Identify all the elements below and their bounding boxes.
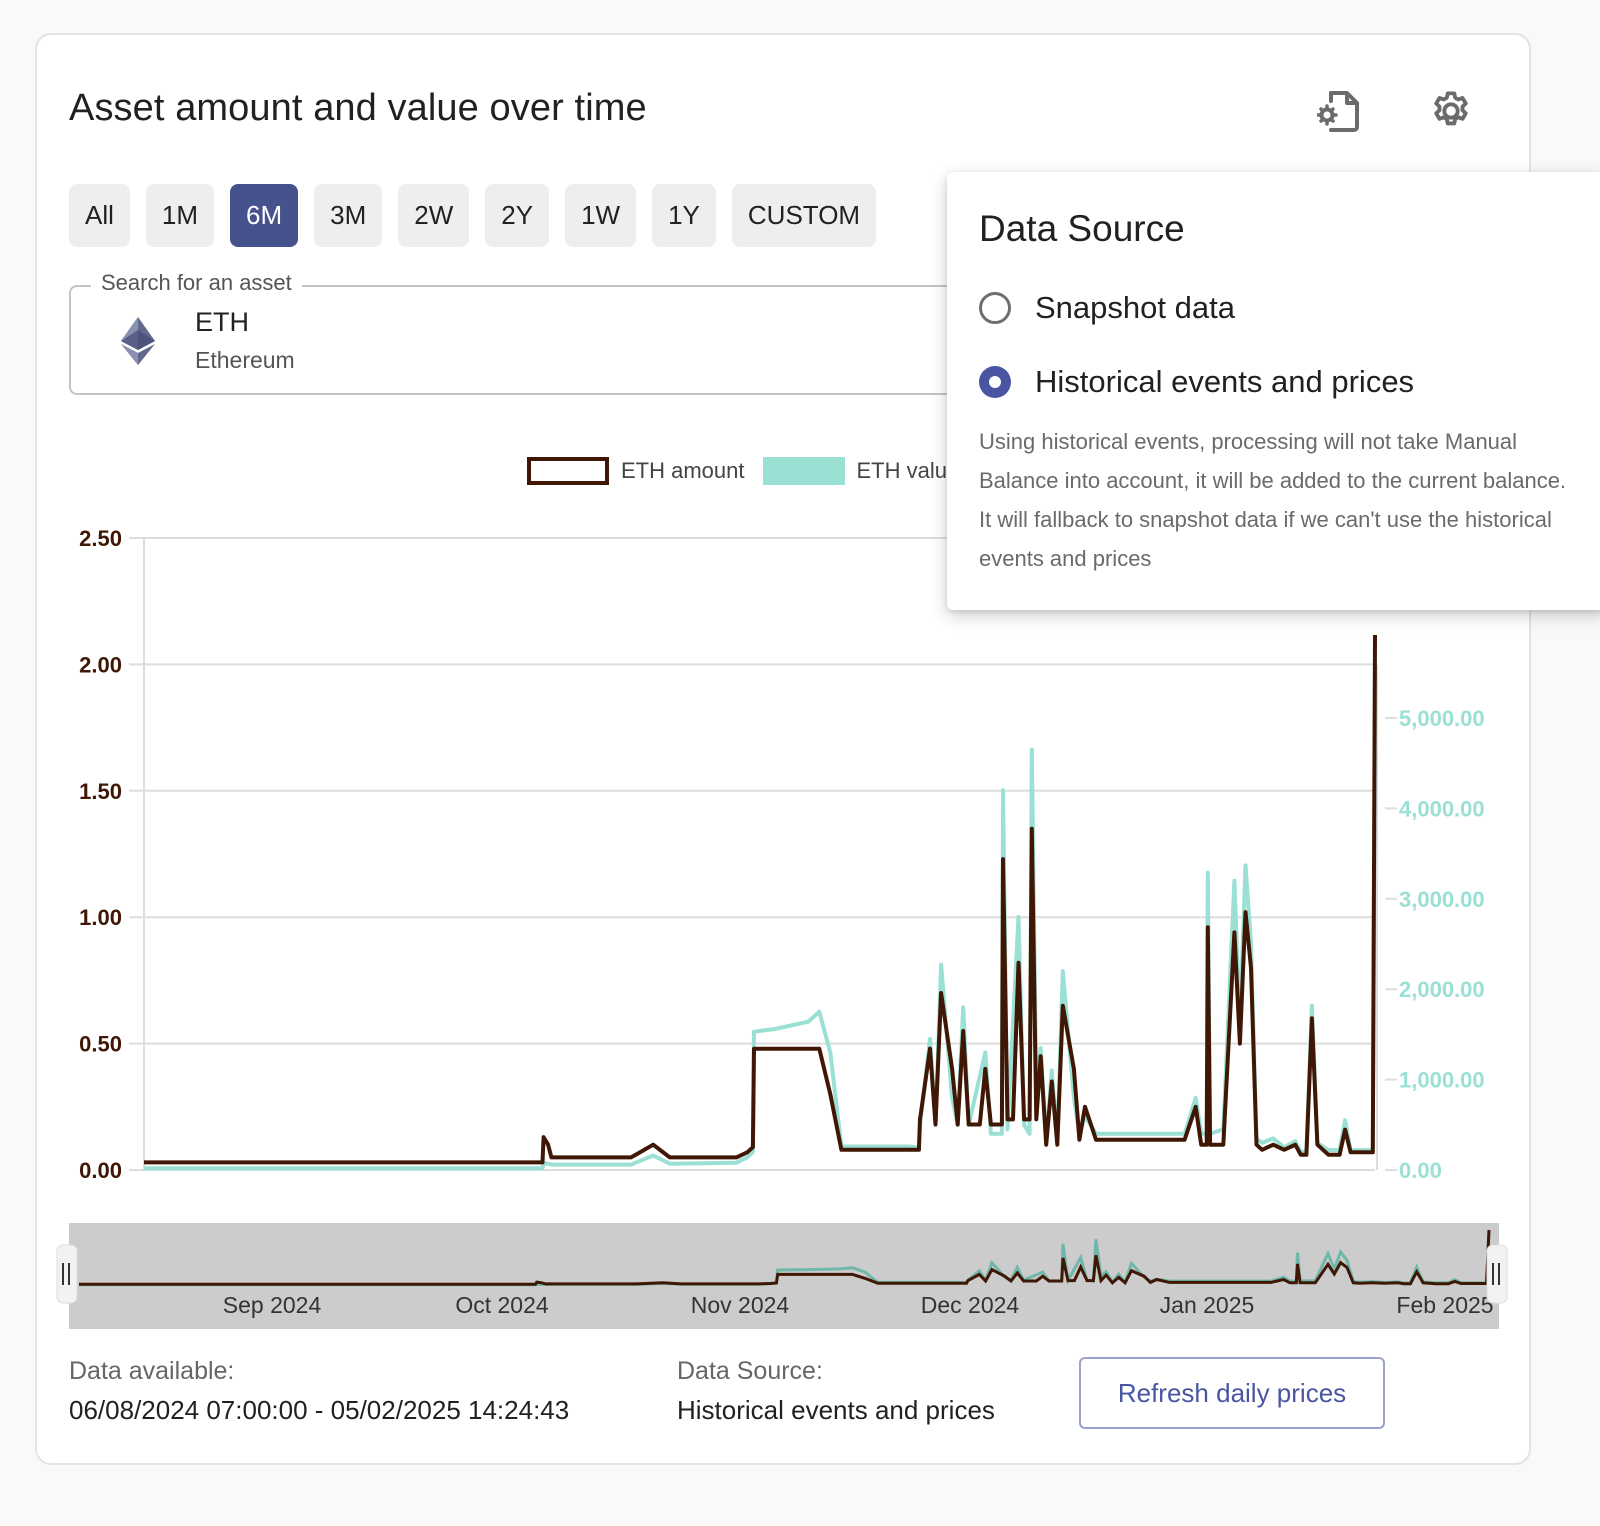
popup-description: Using historical events, processing will…	[979, 429, 1567, 571]
range-button-1y[interactable]: 1Y	[652, 184, 716, 247]
legend-label-amount[interactable]: ETH amount	[621, 458, 745, 484]
range-button-2w[interactable]: 2W	[398, 184, 470, 247]
left-axis-tick-label: 0.50	[79, 1032, 122, 1057]
series-line-eth-amount	[144, 634, 1377, 1165]
range-button-3m[interactable]: 3M	[314, 184, 383, 247]
right-axis-tick-label: 1,000.00	[1399, 1068, 1485, 1093]
range-button-custom[interactable]: CUSTOM	[731, 184, 877, 247]
left-axis-tick-label: 2.50	[79, 526, 122, 551]
left-axis-tick-label: 1.00	[79, 905, 122, 930]
navigator-handle-right[interactable]	[1486, 1244, 1508, 1304]
radio-label: Historical events and prices	[1035, 364, 1415, 399]
popup-title: Data Source	[979, 208, 1185, 249]
navigator-handle-left[interactable]	[56, 1244, 78, 1304]
right-axis-tick-label: 3,000.00	[1399, 887, 1485, 912]
legend-swatch-amount[interactable]	[527, 457, 609, 485]
legend-swatch-value[interactable]	[762, 457, 845, 485]
file-settings-icon	[1317, 91, 1359, 132]
right-axis-tick-label: 0.00	[1399, 1158, 1442, 1183]
navigator-tick-label: Sep 2024	[223, 1292, 322, 1318]
left-axis-tick-label: 2.00	[79, 652, 122, 677]
navigator-tick-label: Oct 2024	[455, 1292, 549, 1318]
time-range-selector: All 1M 6M 3M 2W 2Y 1W 1Y CUSTOM	[69, 184, 877, 247]
card-title: Asset amount and value over time	[69, 87, 647, 129]
radio-label: Snapshot data	[1035, 290, 1235, 325]
refresh-daily-prices-button[interactable]: Refresh daily prices	[1079, 1357, 1385, 1429]
data-available-label: Data available:	[69, 1357, 235, 1385]
range-button-2y[interactable]: 2Y	[485, 184, 550, 247]
asset-symbol: ETH	[195, 307, 249, 337]
left-axis-tick-label: 0.00	[79, 1158, 122, 1183]
data-source-value: Historical events and prices	[677, 1395, 995, 1425]
chart-legend: ETH amount ETH value	[527, 457, 959, 485]
handle-body[interactable]	[56, 1244, 78, 1304]
range-button-6m[interactable]: 6M	[230, 184, 299, 247]
asset-name: Ethereum	[195, 347, 295, 373]
right-axis-tick-label: 4,000.00	[1399, 796, 1485, 821]
asset-search-label: Search for an asset	[91, 270, 302, 296]
data-source-popup: Data Source Snapshot data Historical eve…	[947, 172, 1600, 610]
handle-body[interactable]	[1486, 1244, 1508, 1304]
radio-unchecked-icon[interactable]	[979, 292, 1011, 324]
range-button-1w[interactable]: 1W	[565, 184, 637, 247]
series-line-eth-value	[144, 663, 1377, 1171]
navigator-tick-label: Feb 2025	[1396, 1292, 1493, 1318]
data-available-value: 06/08/2024 07:00:00 - 05/02/2025 14:24:4…	[69, 1395, 570, 1425]
gear-icon	[1434, 91, 1468, 126]
navigator-tick-label: Jan 2025	[1160, 1292, 1255, 1318]
navigator-tick-label: Nov 2024	[691, 1292, 790, 1318]
asset-search-field[interactable]: Search for an asset ETH Ethereum	[69, 270, 1069, 395]
right-axis-tick-label: 2,000.00	[1399, 977, 1485, 1002]
navigator-tick-label: Dec 2024	[921, 1292, 1020, 1318]
ethereum-icon	[121, 317, 155, 365]
settings-button[interactable]	[1421, 81, 1481, 141]
data-source-label: Data Source:	[677, 1357, 823, 1385]
range-button-1m[interactable]: 1M	[145, 184, 215, 247]
range-button-all[interactable]: All	[69, 184, 130, 247]
legend-label-value[interactable]: ETH value	[857, 458, 960, 484]
export-settings-button[interactable]	[1309, 81, 1369, 141]
radio-checked-icon[interactable]	[979, 366, 1011, 398]
left-axis-tick-label: 1.50	[79, 779, 122, 804]
radio-snapshot-data[interactable]: Snapshot data	[979, 290, 1235, 326]
radio-historical-events[interactable]: Historical events and prices	[979, 364, 1414, 400]
right-axis-tick-label: 5,000.00	[1399, 706, 1485, 731]
